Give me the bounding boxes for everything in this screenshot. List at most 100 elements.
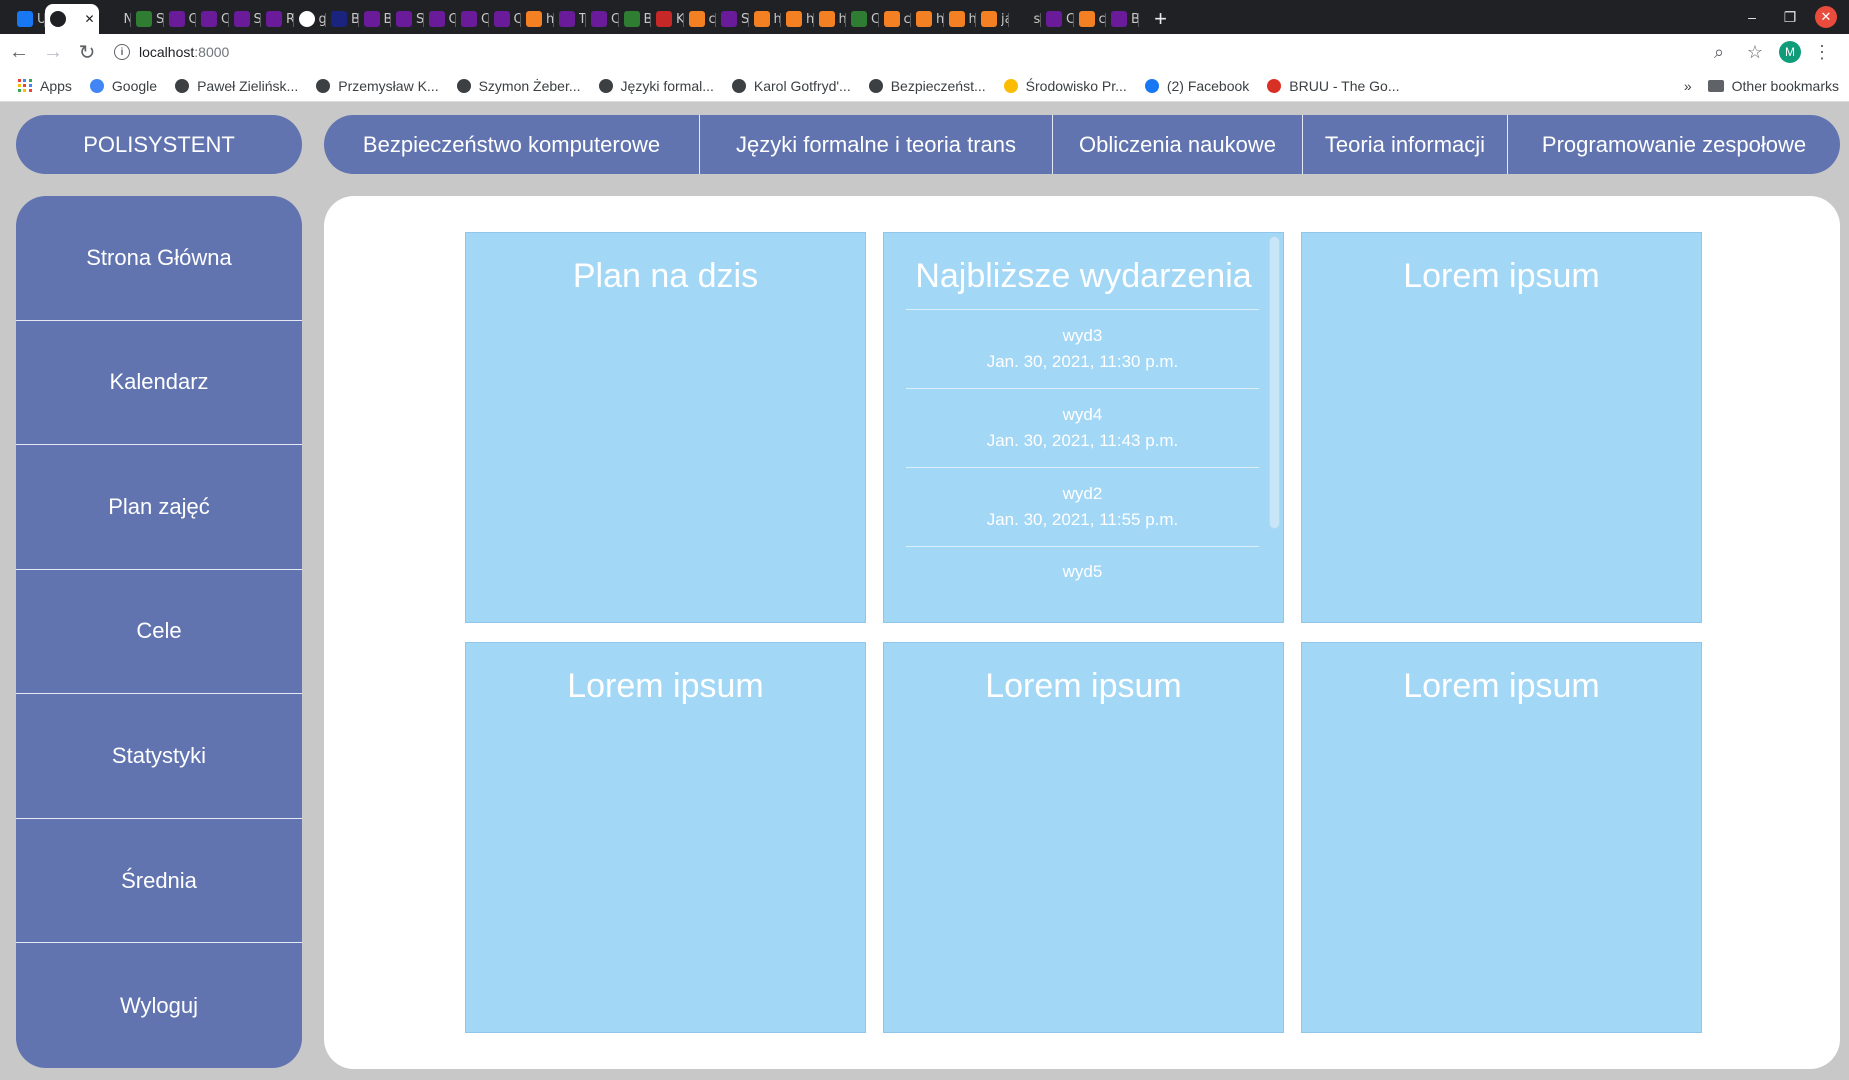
browser-tab[interactable]: S — [229, 4, 261, 34]
browser-tab[interactable]: C — [846, 4, 879, 34]
url-port: :8000 — [194, 44, 230, 60]
bookmark-item[interactable]: (2) Facebook — [1144, 78, 1249, 94]
browser-tab[interactable]: C — [456, 4, 489, 34]
tab-title: B — [643, 11, 652, 27]
browser-tab[interactable]: K — [651, 4, 684, 34]
card-title: Lorem ipsum — [567, 667, 764, 705]
event-item[interactable]: wyd5 — [906, 546, 1259, 622]
bookmark-item[interactable]: Środowisko Pr... — [1003, 78, 1127, 94]
browser-tab[interactable]: h — [911, 4, 944, 34]
bookmark-item[interactable]: Karol Gotfryd'... — [731, 77, 851, 94]
browser-tab[interactable]: C — [1041, 4, 1074, 34]
browser-tab[interactable]: S — [131, 4, 164, 34]
sidebar-item-average[interactable]: Średnia — [16, 819, 302, 944]
b-icon — [201, 11, 217, 27]
browser-tab[interactable]: C — [424, 4, 456, 34]
b-icon — [266, 11, 282, 27]
browser-tab[interactable]: h — [521, 4, 554, 34]
browser-tab[interactable]: h — [749, 4, 781, 34]
event-item[interactable]: wyd3 Jan. 30, 2021, 11:30 p.m. — [906, 309, 1259, 388]
browser-tab[interactable]: h — [814, 4, 846, 34]
browser-tab[interactable]: s — [1009, 4, 1042, 34]
bookmark-item[interactable]: BRUU - The Go... — [1267, 78, 1400, 94]
bookmark-item[interactable]: Przemysław K... — [316, 78, 439, 94]
course-tab-team-programming[interactable]: Programowanie zespołowe — [1508, 115, 1840, 174]
bookmarks-overflow-icon[interactable]: » — [1684, 78, 1692, 94]
b-icon — [396, 11, 412, 27]
browser-tab[interactable]: U — [12, 4, 45, 34]
tab-close-icon[interactable]: ✕ — [85, 12, 95, 26]
event-item[interactable]: wyd4 Jan. 30, 2021, 11:43 p.m. — [906, 388, 1259, 467]
tab-title: N — [123, 11, 132, 27]
tab-title: S — [741, 11, 749, 27]
event-item[interactable]: wyd2 Jan. 30, 2021, 11:55 p.m. — [906, 467, 1259, 546]
tab-title: C — [221, 11, 229, 27]
browser-tab[interactable]: S — [391, 4, 424, 34]
browser-tab[interactable]: B — [326, 4, 359, 34]
browser-tab[interactable]: C — [164, 4, 196, 34]
course-tab-scientific-computing[interactable]: Obliczenia naukowe — [1053, 115, 1303, 174]
events-scroll-area[interactable]: Najbliższe wydarzenia wyd3 Jan. 30, 2021… — [884, 233, 1283, 622]
browser-tab[interactable]: g — [294, 4, 326, 34]
events-scrollbar[interactable] — [1269, 236, 1280, 529]
browser-tab[interactable]: ja — [976, 4, 1009, 34]
bookmark-item[interactable]: Google — [89, 77, 158, 94]
close-window-icon[interactable]: ✕ — [1815, 6, 1837, 28]
bookmark-item[interactable]: Apps — [18, 78, 72, 94]
course-tab-information-theory[interactable]: Teoria informacji — [1303, 115, 1508, 174]
browser-tab[interactable]: c — [684, 4, 717, 34]
w-icon — [136, 11, 152, 27]
globe-icon — [49, 11, 66, 27]
browser-tab[interactable]: T — [554, 4, 586, 34]
sidebar-item-statistics[interactable]: Statystyki — [16, 694, 302, 819]
window-controls: – ❐ ✕ — [1733, 0, 1849, 34]
restore-icon[interactable]: ❐ — [1771, 0, 1809, 34]
browser-tab[interactable]: S — [716, 4, 749, 34]
reload-icon[interactable]: ↻ — [72, 37, 102, 67]
url-host: localhost — [139, 44, 195, 60]
browser-tab[interactable]: B — [359, 4, 391, 34]
browser-tab[interactable]: h — [781, 4, 814, 34]
sidebar-item-calendar[interactable]: Kalendarz — [16, 321, 302, 446]
other-bookmarks[interactable]: Other bookmarks — [1707, 78, 1839, 94]
back-arrow-icon[interactable]: ← — [4, 37, 34, 67]
browser-tab[interactable]: B — [1106, 4, 1139, 34]
bookmark-item[interactable]: Paweł Zielińsk... — [175, 78, 298, 94]
browser-menu-icon[interactable]: ⋮ — [1813, 42, 1831, 63]
sidebar: Strona Główna Kalendarz Plan zajęć Cele … — [16, 196, 302, 1068]
tab-title: B — [1131, 11, 1139, 27]
course-tab-formal-languages[interactable]: Języki formalne i teoria trans — [700, 115, 1053, 174]
zoom-icon[interactable]: ⌕ — [1707, 42, 1731, 63]
bookmark-label: Karol Gotfryd'... — [753, 77, 851, 94]
profile-avatar[interactable]: M — [1779, 41, 1801, 63]
sidebar-item-schedule[interactable]: Plan zajęć — [16, 445, 302, 570]
new-tab-button[interactable]: + — [1145, 4, 1177, 34]
minimize-icon[interactable]: – — [1733, 0, 1771, 34]
browser-tab[interactable]: B — [619, 4, 652, 34]
browser-tab[interactable]: C — [489, 4, 521, 34]
browser-tab[interactable]: c — [1074, 4, 1107, 34]
forward-arrow-icon[interactable]: → — [38, 37, 68, 67]
course-tab-security[interactable]: Bezpieczeństwo komputerowe — [324, 115, 700, 174]
stackoverflow-icon — [786, 11, 802, 27]
site-info-icon[interactable]: i — [114, 44, 130, 60]
browser-tab[interactable]: h — [944, 4, 976, 34]
browser-tab[interactable]: C — [196, 4, 229, 34]
bookmark-item[interactable]: Języki formal... — [598, 78, 714, 94]
sidebar-item-logout[interactable]: Wyloguj — [16, 943, 302, 1068]
sidebar-item-goals[interactable]: Cele — [16, 570, 302, 695]
app-brand[interactable]: POLISYSTENT — [16, 115, 302, 174]
browser-tab[interactable]: c — [879, 4, 912, 34]
address-bar[interactable]: i localhost:8000 — [114, 37, 1707, 67]
events-list: wyd3 Jan. 30, 2021, 11:30 p.m. wyd4 Jan.… — [906, 309, 1259, 622]
browser-tab[interactable]: R — [261, 4, 294, 34]
bookmark-label: Google — [111, 77, 158, 94]
browser-tab[interactable]: C — [586, 4, 619, 34]
sidebar-item-home[interactable]: Strona Główna — [16, 196, 302, 321]
bookmark-item[interactable]: Szymon Żeber... — [456, 78, 581, 94]
browser-tab[interactable]: ✕ — [44, 4, 99, 34]
bookmark-star-icon[interactable]: ☆ — [1743, 42, 1767, 63]
bookmark-item[interactable]: Bezpieczeńst... — [868, 78, 986, 94]
browser-tab[interactable]: N — [99, 4, 132, 34]
tab-title: C — [871, 11, 879, 27]
